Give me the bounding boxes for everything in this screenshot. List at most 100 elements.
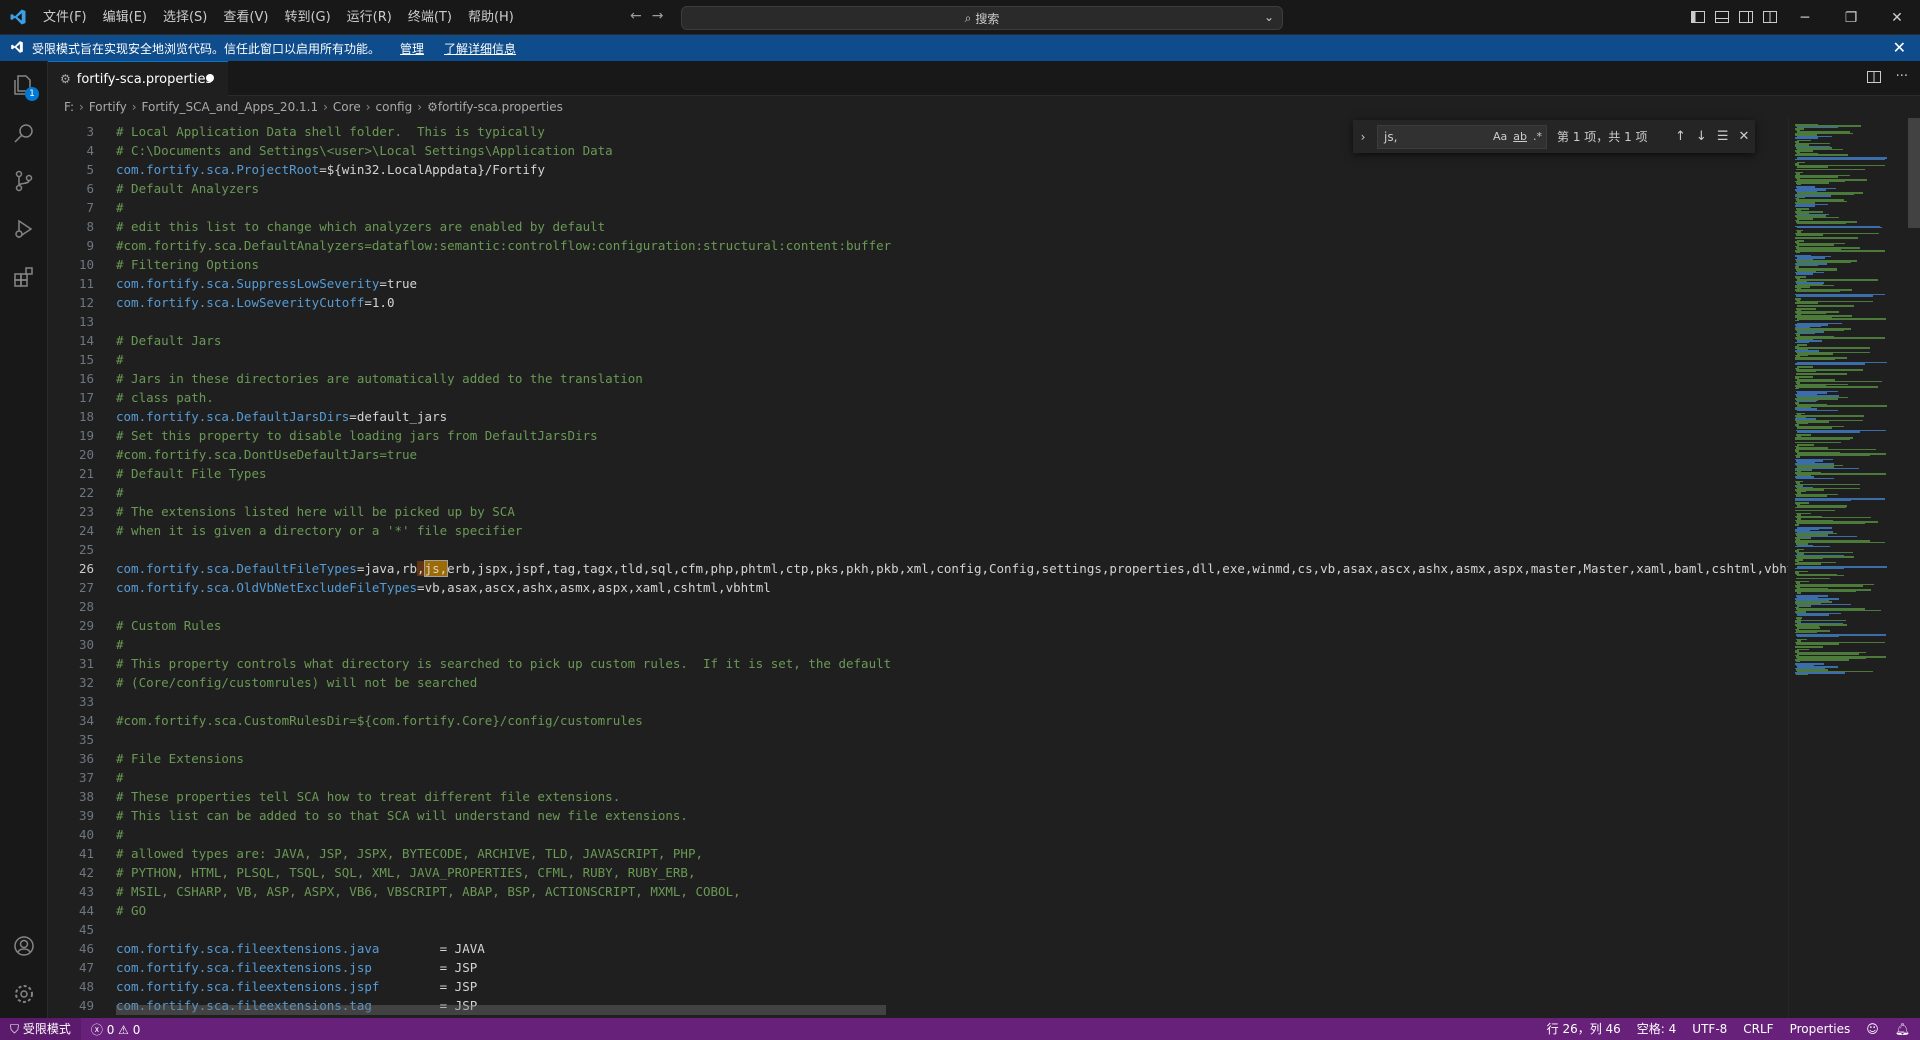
use-regex-toggle[interactable]: .* [1533, 130, 1542, 143]
line-number[interactable]: 20 [48, 445, 104, 464]
find-in-selection-icon[interactable]: ☰ [1717, 129, 1729, 144]
line-number[interactable]: 19 [48, 426, 104, 445]
code-line[interactable]: # [116, 825, 1831, 844]
code-line[interactable]: #com.fortify.sca.CustomRulesDir=${com.fo… [116, 711, 1831, 730]
line-number[interactable]: 5 [48, 160, 104, 179]
close-window-icon[interactable]: ✕ [1874, 0, 1920, 35]
line-number[interactable]: 11 [48, 274, 104, 293]
menu-item[interactable]: 终端(T) [400, 0, 460, 35]
cursor-position[interactable]: 行 26，列 46 [1547, 1018, 1621, 1040]
code-line[interactable]: # Default File Types [116, 464, 1831, 483]
code-line[interactable]: com.fortify.sca.DefaultFileTypes=java,rb… [116, 559, 1831, 578]
code-line[interactable]: com.fortify.sca.SuppressLowSeverity=true [116, 274, 1831, 293]
split-editor-icon[interactable] [1866, 69, 1882, 89]
eol-status[interactable]: CRLF [1743, 1018, 1773, 1040]
code-line[interactable]: #com.fortify.sca.DefaultAnalyzers=datafl… [116, 236, 1831, 255]
breadcrumb-item[interactable]: F: [64, 100, 74, 114]
line-number[interactable]: 3 [48, 122, 104, 141]
code-line[interactable]: # edit this list to change which analyze… [116, 217, 1831, 236]
line-number[interactable]: 48 [48, 977, 104, 996]
code-line[interactable]: # [116, 768, 1831, 787]
code-line[interactable]: com.fortify.sca.LowSeverityCutoff=1.0 [116, 293, 1831, 312]
line-number[interactable]: 40 [48, 825, 104, 844]
line-number[interactable]: 46 [48, 939, 104, 958]
code-editor[interactable]: 3 4 5 6 7 8 9 10 11 12 13 14 15 16 17 18 19 20 21 22 23 24 25 2… [48, 118, 1920, 1018]
run-debug-icon[interactable] [0, 205, 48, 253]
breadcrumb-item[interactable]: Fortify [89, 100, 127, 114]
line-number[interactable]: 10 [48, 255, 104, 274]
menu-item[interactable]: 帮助(H) [460, 0, 522, 35]
unsaved-dot-icon[interactable] [206, 74, 214, 82]
line-number[interactable]: 38 [48, 787, 104, 806]
breadcrumb-item[interactable]: Core [333, 100, 361, 114]
line-number[interactable]: 41 [48, 844, 104, 863]
line-number[interactable]: 22 [48, 483, 104, 502]
code-line[interactable] [116, 920, 1831, 939]
line-number[interactable]: 12 [48, 293, 104, 312]
line-number[interactable]: 28 [48, 597, 104, 616]
line-number[interactable]: 33 [48, 692, 104, 711]
line-number[interactable]: 23 [48, 502, 104, 521]
code-line[interactable]: # [116, 198, 1831, 217]
code-line[interactable]: # File Extensions [116, 749, 1831, 768]
menu-item[interactable]: 编辑(E) [95, 0, 155, 35]
line-number[interactable]: 9 [48, 236, 104, 255]
minimap[interactable] [1788, 118, 1908, 1018]
forward-arrow-icon[interactable]: → [652, 8, 664, 24]
line-number[interactable]: 7 [48, 198, 104, 217]
code-line[interactable]: # PYTHON, HTML, PLSQL, TSQL, SQL, XML, J… [116, 863, 1831, 882]
line-number[interactable]: 14 [48, 331, 104, 350]
minimize-icon[interactable]: ─ [1782, 0, 1828, 35]
line-number[interactable]: 16 [48, 369, 104, 388]
line-number[interactable]: 15 [48, 350, 104, 369]
menu-item[interactable]: 转到(G) [276, 0, 338, 35]
horizontal-scroll-thumb[interactable] [116, 1005, 886, 1015]
line-number[interactable]: 47 [48, 958, 104, 977]
code-line[interactable] [116, 540, 1831, 559]
breadcrumb-item[interactable]: fortify-sca.properties [438, 100, 563, 114]
code-line[interactable]: # [116, 483, 1831, 502]
match-whole-word-toggle[interactable]: ab [1513, 130, 1527, 143]
code-line[interactable]: com.fortify.sca.fileextensions.java = JA… [116, 939, 1831, 958]
line-number[interactable]: 27 [48, 578, 104, 597]
code-line[interactable] [116, 597, 1831, 616]
search-view-icon[interactable] [0, 109, 48, 157]
tab-fortify-sca-properties[interactable]: ⚙ fortify-sca.properties [48, 61, 228, 96]
source-control-icon[interactable] [0, 157, 48, 205]
indentation-status[interactable]: 空格: 4 [1637, 1018, 1677, 1040]
restricted-mode-status[interactable]: ⛉ 受限模式 [0, 1018, 81, 1040]
next-match-icon[interactable]: ↓ [1696, 129, 1707, 144]
line-number[interactable]: 26 [48, 559, 104, 578]
line-number[interactable]: 29 [48, 616, 104, 635]
explorer-icon[interactable]: 1 [0, 61, 48, 109]
code-line[interactable] [116, 692, 1831, 711]
line-number[interactable]: 25 [48, 540, 104, 559]
line-number[interactable]: 17 [48, 388, 104, 407]
code-line[interactable]: # Set this property to disable loading j… [116, 426, 1831, 445]
code-line[interactable]: # This list can be added to so that SCA … [116, 806, 1831, 825]
code-line[interactable]: # [116, 635, 1831, 654]
line-number[interactable]: 4 [48, 141, 104, 160]
command-center-search[interactable]: ⌕ 搜索 ⌄ [681, 6, 1283, 30]
toggle-panel-icon[interactable] [1714, 9, 1730, 25]
vertical-scroll-thumb[interactable] [1908, 118, 1920, 228]
problems-status[interactable]: ⓧ 0 ⚠ 0 [91, 1021, 141, 1038]
menu-item[interactable]: 运行(R) [339, 0, 400, 35]
line-number[interactable]: 34 [48, 711, 104, 730]
more-actions-icon[interactable]: ··· [1896, 69, 1908, 89]
line-number[interactable]: 18 [48, 407, 104, 426]
line-number[interactable]: 35 [48, 730, 104, 749]
code-line[interactable]: com.fortify.sca.ProjectRoot=${win32.Loca… [116, 160, 1831, 179]
close-find-icon[interactable]: ✕ [1738, 129, 1749, 144]
line-number[interactable]: 6 [48, 179, 104, 198]
customize-layout-icon[interactable] [1762, 9, 1778, 25]
banner-close-icon[interactable]: ✕ [1893, 38, 1906, 57]
code-line[interactable]: # GO [116, 901, 1831, 920]
breadcrumb-item[interactable]: config [376, 100, 413, 114]
code-line[interactable]: # This property controls what directory … [116, 654, 1831, 673]
line-number[interactable]: 39 [48, 806, 104, 825]
toggle-primary-sidebar-icon[interactable] [1690, 9, 1706, 25]
toggle-secondary-sidebar-icon[interactable] [1738, 9, 1754, 25]
code-line[interactable]: # (Core/config/customrules) will not be … [116, 673, 1831, 692]
chevron-down-icon[interactable]: ⌄ [1264, 10, 1274, 24]
